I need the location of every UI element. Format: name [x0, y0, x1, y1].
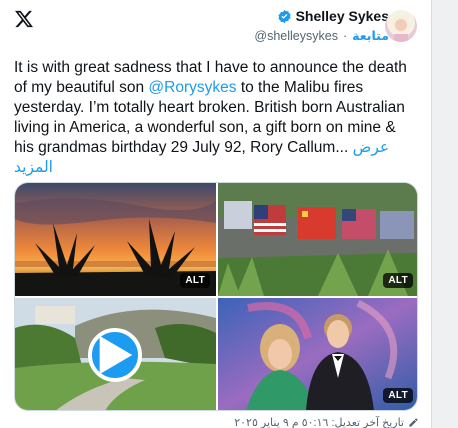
alt-badge[interactable]: ALT — [383, 388, 413, 403]
author-handle[interactable]: @shelleysykes — [254, 29, 338, 43]
last-edited-text: تاريخ آخر تعديل: ٥٠:١٦ م ٩ يناير ٢٠٢٥ — [234, 417, 404, 428]
alt-badge[interactable]: ALT — [180, 273, 210, 288]
separator-dot: · — [342, 28, 348, 43]
media-image-flags[interactable]: ALT — [218, 183, 417, 296]
avatar[interactable] — [385, 10, 417, 42]
play-video-button[interactable] — [88, 328, 142, 382]
play-icon — [99, 335, 133, 375]
pencil-icon — [409, 418, 418, 427]
x-logo-icon[interactable] — [14, 9, 34, 29]
verified-badge-icon — [278, 9, 291, 23]
tweet-card: Shelley Sykes @shelleysykes · متابعة It … — [0, 0, 432, 428]
author-block: Shelley Sykes @shelleysykes · متابعة — [254, 8, 389, 43]
alt-badge[interactable]: ALT — [383, 273, 413, 288]
media-video-garden[interactable] — [15, 298, 216, 410]
media-grid: ALT ALT ALT — [14, 182, 418, 411]
media-image-portrait[interactable]: ALT — [218, 298, 417, 410]
last-edited[interactable]: تاريخ آخر تعديل: ٥٠:١٦ م ٩ يناير ٢٠٢٥ — [234, 416, 419, 428]
media-image-sunset[interactable]: ALT — [15, 183, 216, 296]
tweet-text: It is with great sadness that I have to … — [14, 58, 414, 178]
follow-button[interactable]: متابعة — [352, 28, 389, 43]
mention-link[interactable]: @Rorysykes — [148, 79, 236, 96]
author-name[interactable]: Shelley Sykes — [296, 8, 389, 24]
